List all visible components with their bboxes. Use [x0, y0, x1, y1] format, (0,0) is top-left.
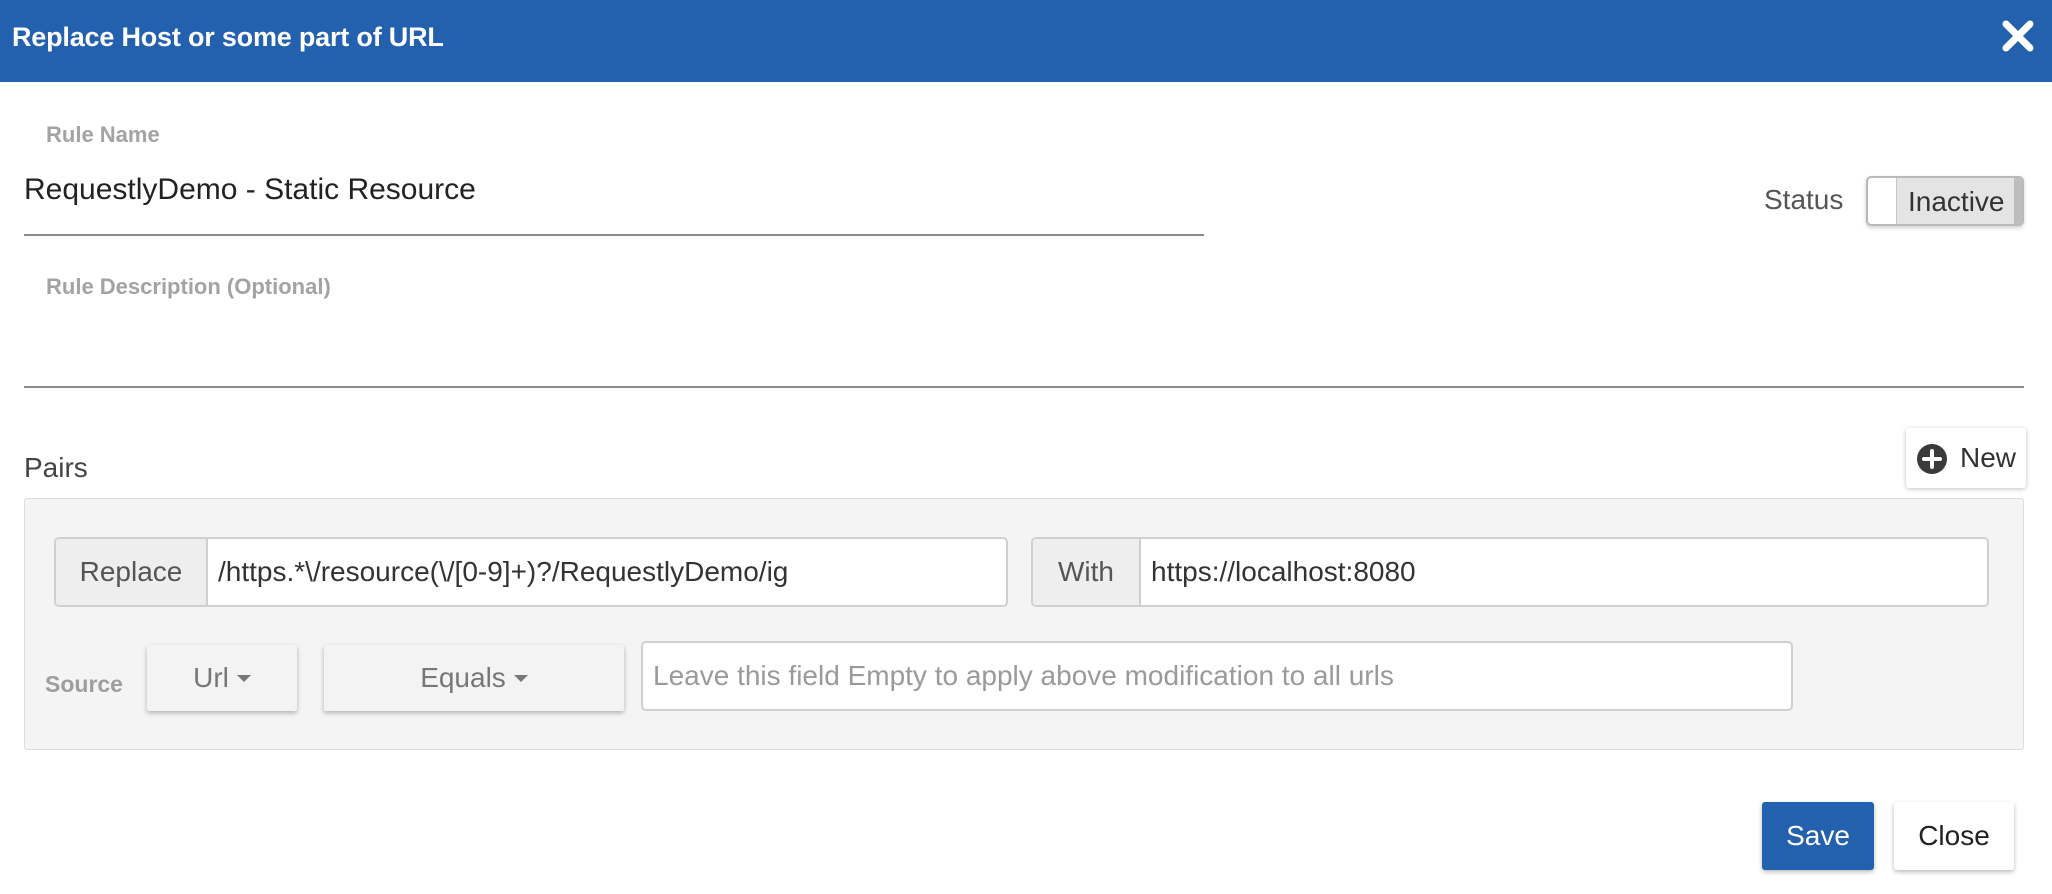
rule-description-label: Rule Description (Optional)	[46, 274, 331, 299]
with-addon: With	[1033, 539, 1141, 605]
source-operator-dropdown[interactable]: Equals	[324, 645, 624, 711]
status-label: Status	[1764, 184, 1844, 215]
dialog-title: Replace Host or some part of URL	[12, 22, 444, 52]
replace-addon: Replace	[56, 539, 208, 605]
source-key-value: Url	[193, 662, 229, 693]
replace-input-group: Replace	[54, 537, 1008, 607]
close-x-icon[interactable]	[2000, 18, 2036, 54]
source-key-dropdown[interactable]: Url	[147, 645, 297, 711]
with-input-group: With	[1031, 537, 1989, 607]
add-pair-label: New	[1960, 442, 2017, 473]
dialog-header: Replace Host or some part of URL	[0, 0, 2052, 82]
source-value-input[interactable]	[641, 641, 1793, 711]
with-input[interactable]	[1141, 539, 1987, 605]
save-button[interactable]: Save	[1762, 802, 1874, 870]
replace-input[interactable]	[208, 539, 1006, 605]
status-toggle-text: Inactive	[1908, 186, 2005, 217]
replace-rule-dialog: Replace Host or some part of URL Rule Na…	[0, 0, 2052, 894]
rule-name-label: Rule Name	[46, 122, 160, 147]
source-operator-value: Equals	[420, 662, 506, 693]
chevron-down-icon	[236, 674, 251, 682]
toggle-knob	[1868, 178, 1897, 224]
rule-description-underline	[24, 386, 2024, 388]
plus-circle-icon	[1917, 444, 1947, 474]
pair-panel: Replace With Source Url Equals	[24, 498, 2024, 750]
rule-name-underline	[24, 234, 1204, 236]
close-button[interactable]: Close	[1894, 802, 2014, 870]
source-label: Source	[45, 671, 123, 697]
pairs-title: Pairs	[24, 452, 88, 483]
chevron-down-icon	[513, 674, 528, 682]
status-toggle[interactable]: Inactive	[1866, 176, 2024, 226]
add-pair-button[interactable]: New	[1906, 428, 2026, 488]
rule-name-input[interactable]: RequestlyDemo - Static Resource	[24, 170, 1204, 210]
toggle-edge	[2014, 178, 2022, 224]
